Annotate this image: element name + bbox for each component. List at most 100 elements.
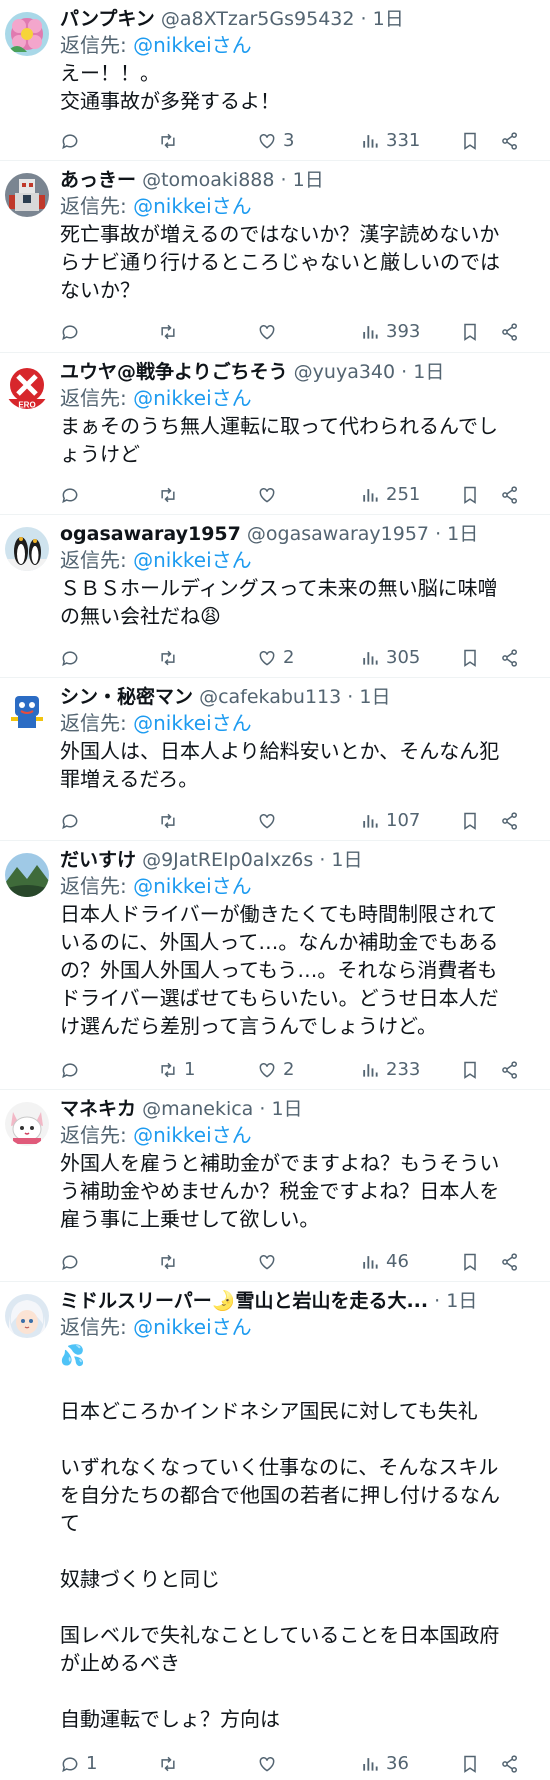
like-button[interactable]: [257, 1250, 283, 1274]
share-button[interactable]: [500, 320, 520, 344]
reply-tweet[interactable]: あっきー @tomoaki888 · 1日 返信先: @nikkeiさん 死亡事…: [0, 161, 550, 353]
timestamp[interactable]: 1日: [271, 1098, 302, 1120]
bookmark-button[interactable]: [460, 483, 480, 507]
mention-link[interactable]: @nikkeiさん: [133, 548, 252, 572]
retweet-button[interactable]: [158, 646, 184, 670]
like-button[interactable]: [257, 483, 283, 507]
reply-tweet[interactable]: ERO ユウヤ@戦争よりごちそう @yuya340 · 1日 返信先: @nik…: [0, 353, 550, 515]
flower-avatar[interactable]: [5, 12, 49, 56]
bookmark-button[interactable]: [460, 1058, 480, 1082]
timestamp[interactable]: 1日: [447, 523, 478, 545]
reply-button[interactable]: [60, 646, 86, 670]
views-button[interactable]: 331: [360, 129, 420, 153]
share-button[interactable]: [500, 129, 520, 153]
reply-button[interactable]: [60, 483, 86, 507]
display-name[interactable]: あっきー: [60, 169, 136, 191]
views-button[interactable]: 305: [360, 646, 420, 670]
separator-dot: ·: [347, 686, 354, 708]
share-button[interactable]: [500, 483, 520, 507]
user-handle[interactable]: @manekica: [142, 1098, 253, 1120]
reply-tweet[interactable]: ogasawaray1957 @ogasawaray1957 · 1日 返信先:…: [0, 515, 550, 678]
heart-icon: [259, 487, 275, 503]
display-name[interactable]: ogasawaray1957: [60, 523, 241, 545]
views-button[interactable]: 107: [360, 809, 420, 833]
like-button[interactable]: 2: [257, 646, 294, 670]
views-button[interactable]: 251: [360, 483, 420, 507]
reply-button[interactable]: 1: [60, 1752, 97, 1776]
cat-avatar[interactable]: [5, 1102, 49, 1146]
share-button[interactable]: [500, 646, 520, 670]
retweet-button[interactable]: [158, 129, 184, 153]
reply-tweet[interactable]: ミドルスリーパー🌛雪山と岩山を走る大... · 1日 返信先: @nikkeiさ…: [0, 1282, 550, 1780]
display-name[interactable]: シン・秘密マン: [60, 686, 193, 708]
bookmark-button[interactable]: [460, 320, 480, 344]
share-button[interactable]: [500, 809, 520, 833]
timestamp[interactable]: 1日: [331, 849, 362, 871]
zero-logo-avatar[interactable]: ERO: [5, 365, 49, 409]
reply-tweet[interactable]: シン・秘密マン @cafekabu113 · 1日 返信先: @nikkeiさん…: [0, 678, 550, 841]
share-button[interactable]: [500, 1752, 520, 1776]
anime-avatar[interactable]: [5, 1294, 49, 1338]
like-button[interactable]: [257, 1752, 283, 1776]
retweet-button[interactable]: [158, 320, 184, 344]
bookmark-button[interactable]: [460, 129, 480, 153]
mention-link[interactable]: @nikkeiさん: [133, 1123, 252, 1147]
display-name[interactable]: パンプキン: [60, 8, 155, 30]
mention-link[interactable]: @nikkeiさん: [133, 194, 252, 218]
reply-tweet[interactable]: だいすけ @9JatREIp0aIxz6s · 1日 返信先: @nikkeiさ…: [0, 841, 550, 1090]
bookmark-button[interactable]: [460, 809, 480, 833]
user-handle[interactable]: @a8XTzar5Gs95432: [161, 8, 355, 30]
views-button[interactable]: 233: [360, 1058, 420, 1082]
robot-avatar[interactable]: [5, 173, 49, 217]
reply-tweet[interactable]: パンプキン @a8XTzar5Gs95432 · 1日 返信先: @nikkei…: [0, 0, 550, 161]
reply-button[interactable]: [60, 1250, 86, 1274]
like-button[interactable]: [257, 809, 283, 833]
retweet-button[interactable]: [158, 1250, 184, 1274]
views-button[interactable]: 393: [360, 320, 420, 344]
bookmark-button[interactable]: [460, 646, 480, 670]
user-handle[interactable]: @tomoaki888: [142, 169, 274, 191]
mascot-avatar[interactable]: [5, 690, 49, 734]
user-handle[interactable]: @cafekabu113: [199, 686, 341, 708]
like-button[interactable]: [257, 320, 283, 344]
reply-button[interactable]: [60, 129, 86, 153]
retweet-icon: [161, 1756, 175, 1772]
display-name[interactable]: ミドルスリーパー🌛雪山と岩山を走る大...: [60, 1290, 428, 1312]
retweet-button[interactable]: [158, 1752, 184, 1776]
views-button[interactable]: 46: [360, 1250, 409, 1274]
display-name[interactable]: ユウヤ@戦争よりごちそう: [60, 361, 288, 383]
reply-icon: [62, 1063, 78, 1079]
share-button[interactable]: [500, 1250, 520, 1274]
reply-button[interactable]: [60, 320, 86, 344]
timestamp[interactable]: 1日: [293, 169, 324, 191]
user-handle[interactable]: @9JatREIp0aIxz6s: [142, 849, 313, 871]
mention-link[interactable]: @nikkeiさん: [133, 33, 252, 57]
user-handle[interactable]: @ogasawaray1957: [247, 523, 429, 545]
like-button[interactable]: 3: [257, 129, 294, 153]
timestamp[interactable]: 1日: [373, 8, 404, 30]
reply-button[interactable]: [60, 1058, 86, 1082]
reply-button[interactable]: [60, 809, 86, 833]
reply-tweet[interactable]: マネキカ @manekica · 1日 返信先: @nikkeiさん 外国人を雇…: [0, 1090, 550, 1282]
like-button[interactable]: 2: [257, 1058, 294, 1082]
mention-link[interactable]: @nikkeiさん: [133, 1315, 252, 1339]
mention-link[interactable]: @nikkeiさん: [133, 874, 252, 898]
retweet-button[interactable]: [158, 809, 184, 833]
reply-feed: パンプキン @a8XTzar5Gs95432 · 1日 返信先: @nikkei…: [0, 0, 550, 1780]
bookmark-button[interactable]: [460, 1250, 480, 1274]
share-button[interactable]: [500, 1058, 520, 1082]
mention-link[interactable]: @nikkeiさん: [133, 711, 252, 735]
display-name[interactable]: マネキカ: [60, 1098, 136, 1120]
timestamp[interactable]: 1日: [359, 686, 390, 708]
timestamp[interactable]: 1日: [413, 361, 444, 383]
landscape-avatar[interactable]: [5, 853, 49, 897]
mention-link[interactable]: @nikkeiさん: [133, 386, 252, 410]
bookmark-button[interactable]: [460, 1752, 480, 1776]
retweet-button[interactable]: 1: [158, 1058, 195, 1082]
retweet-button[interactable]: [158, 483, 184, 507]
penguin-avatar[interactable]: [5, 527, 49, 571]
views-button[interactable]: 36: [360, 1752, 409, 1776]
timestamp[interactable]: 1日: [446, 1290, 477, 1312]
user-handle[interactable]: @yuya340: [294, 361, 395, 383]
display-name[interactable]: だいすけ: [60, 849, 136, 871]
